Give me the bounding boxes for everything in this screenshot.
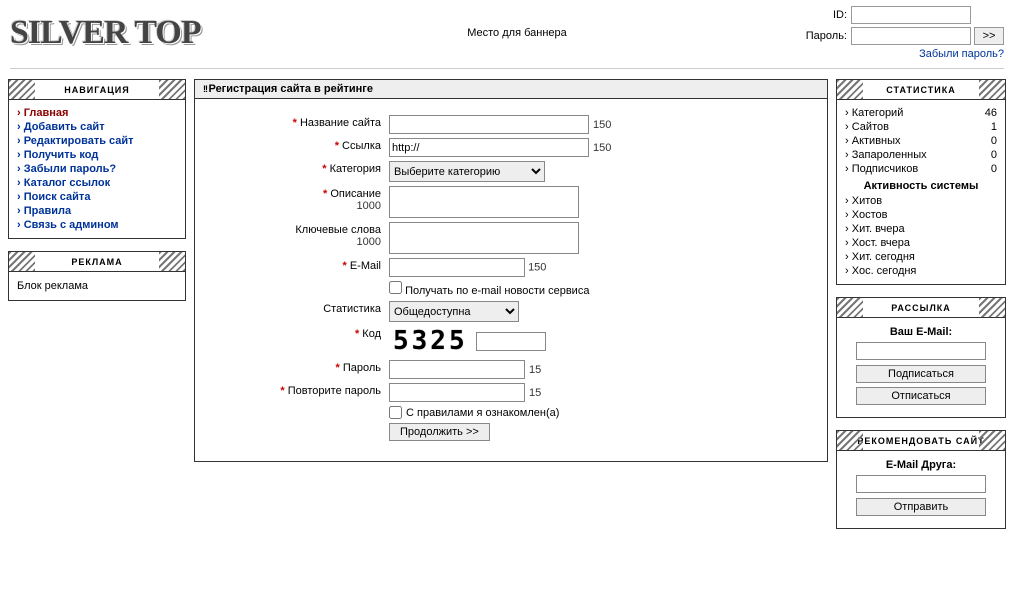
stat-row: Запароленных0	[845, 148, 997, 162]
activity-list: ХитовХостовХит. вчераХост. вчераХит. сег…	[845, 194, 997, 278]
activity-row: Хостов	[845, 208, 997, 222]
subscribe-panel: РАССЫЛКА Ваш E-Mail: Подписаться Отписат…	[836, 297, 1006, 418]
name-input[interactable]	[389, 115, 589, 134]
subscribe-label: Ваш E-Mail:	[845, 326, 997, 338]
activity-row: Хитов	[845, 194, 997, 208]
subscribe-button[interactable]: Подписаться	[856, 365, 986, 383]
email-input[interactable]	[389, 258, 525, 277]
id-input[interactable]	[851, 6, 971, 24]
forgot-password-link[interactable]: Забыли пароль?	[764, 48, 1004, 60]
id-label: ID:	[833, 9, 847, 21]
desc-label: Описание	[330, 188, 381, 200]
activity-row: Хит. вчера	[845, 222, 997, 236]
email-limit: 150	[528, 262, 546, 274]
pass2-input[interactable]	[389, 383, 525, 402]
subscribe-email-input[interactable]	[856, 342, 986, 360]
nav-item[interactable]: Получить код	[17, 148, 177, 162]
recommend-label: E-Mail Друга:	[845, 459, 997, 471]
header: SILVER TOP Место для баннера ID: Пароль:…	[0, 0, 1014, 66]
ad-panel-title: РЕКЛАМА	[9, 252, 185, 272]
desc-limit: 1000	[357, 200, 381, 212]
nav-list: ГлавнаяДобавить сайтРедактировать сайтПо…	[17, 106, 177, 232]
ad-panel: РЕКЛАМА Блок реклама	[8, 251, 186, 301]
nav-item[interactable]: Редактировать сайт	[17, 134, 177, 148]
pass-input[interactable]	[389, 360, 525, 379]
login-submit-button[interactable]: >>	[974, 27, 1004, 45]
recommend-panel: РЕКОМЕНДОВАТЬ САЙТ E-Mail Друга: Отправи…	[836, 430, 1006, 529]
link-label: Ссылка	[342, 140, 381, 152]
name-limit: 150	[593, 119, 611, 131]
stats-label: Статистика	[323, 303, 381, 315]
submit-button[interactable]: Продолжить >>	[389, 423, 490, 441]
link-input[interactable]	[389, 138, 589, 157]
captcha-image: 5325	[389, 326, 472, 356]
kw-label: Ключевые слова	[295, 224, 381, 236]
login-box: ID: Пароль: >> Забыли пароль?	[764, 6, 1004, 60]
nav-item[interactable]: Правила	[17, 204, 177, 218]
link-limit: 150	[593, 142, 611, 154]
password-label: Пароль:	[806, 30, 847, 42]
subscribe-panel-title: РАССЫЛКА	[837, 298, 1005, 318]
logo: SILVER TOP	[10, 14, 270, 52]
stats-panel-title: СТАТИСТИКА	[837, 80, 1005, 100]
recommend-email-input[interactable]	[856, 475, 986, 493]
stat-row: Активных0	[845, 134, 997, 148]
pass-label: Пароль	[343, 362, 381, 374]
news-checkbox[interactable]	[389, 281, 402, 294]
nav-item[interactable]: Забыли пароль?	[17, 162, 177, 176]
nav-item[interactable]: Поиск сайта	[17, 190, 177, 204]
stat-row: Категорий46	[845, 106, 997, 120]
desc-textarea[interactable]	[389, 186, 579, 218]
activity-title: Активность системы	[845, 176, 997, 194]
category-label: Категория	[330, 163, 381, 175]
pass2-label: Повторите пароль	[288, 385, 381, 397]
kw-textarea[interactable]	[389, 222, 579, 254]
recommend-send-button[interactable]: Отправить	[856, 498, 986, 516]
activity-row: Хит. сегодня	[845, 250, 997, 264]
divider	[10, 68, 1004, 69]
category-select[interactable]: Выберите категорию	[389, 161, 545, 182]
nav-panel: НАВИГАЦИЯ ГлавнаяДобавить сайтРедактиров…	[8, 79, 186, 239]
pass2-limit: 15	[529, 387, 541, 399]
stats-panel: СТАТИСТИКА Категорий46Сайтов1Активных0За…	[836, 79, 1006, 285]
registration-panel: Регистрация сайта в рейтинге * Название …	[194, 79, 828, 462]
code-label: Код	[362, 328, 381, 340]
password-input[interactable]	[851, 27, 971, 45]
email-label: E-Mail	[350, 260, 381, 272]
code-input[interactable]	[476, 332, 546, 351]
recommend-panel-title: РЕКОМЕНДОВАТЬ САЙТ	[837, 431, 1005, 451]
name-label: Название сайта	[300, 117, 381, 129]
nav-item[interactable]: Каталог ссылок	[17, 176, 177, 190]
activity-row: Хос. сегодня	[845, 264, 997, 278]
activity-row: Хост. вчера	[845, 236, 997, 250]
nav-item[interactable]: Главная	[17, 106, 177, 120]
kw-limit: 1000	[357, 236, 381, 248]
ad-text: Блок реклама	[9, 272, 185, 300]
banner-slot: Место для баннера	[270, 27, 764, 39]
news-label: Получать по e-mail новости сервиса	[405, 285, 589, 297]
nav-item[interactable]: Связь с админом	[17, 218, 177, 232]
rules-checkbox[interactable]	[389, 406, 402, 419]
pass-limit: 15	[529, 364, 541, 376]
stats-list: Категорий46Сайтов1Активных0Запароленных0…	[845, 106, 997, 176]
stats-select[interactable]: Общедоступна	[389, 301, 519, 322]
registration-title: Регистрация сайта в рейтинге	[195, 80, 827, 99]
rules-label: С правилами я ознакомлен(а)	[406, 407, 559, 419]
stat-row: Сайтов1	[845, 120, 997, 134]
unsubscribe-button[interactable]: Отписаться	[856, 387, 986, 405]
nav-panel-title: НАВИГАЦИЯ	[9, 80, 185, 100]
stat-row: Подписчиков0	[845, 162, 997, 176]
nav-item[interactable]: Добавить сайт	[17, 120, 177, 134]
